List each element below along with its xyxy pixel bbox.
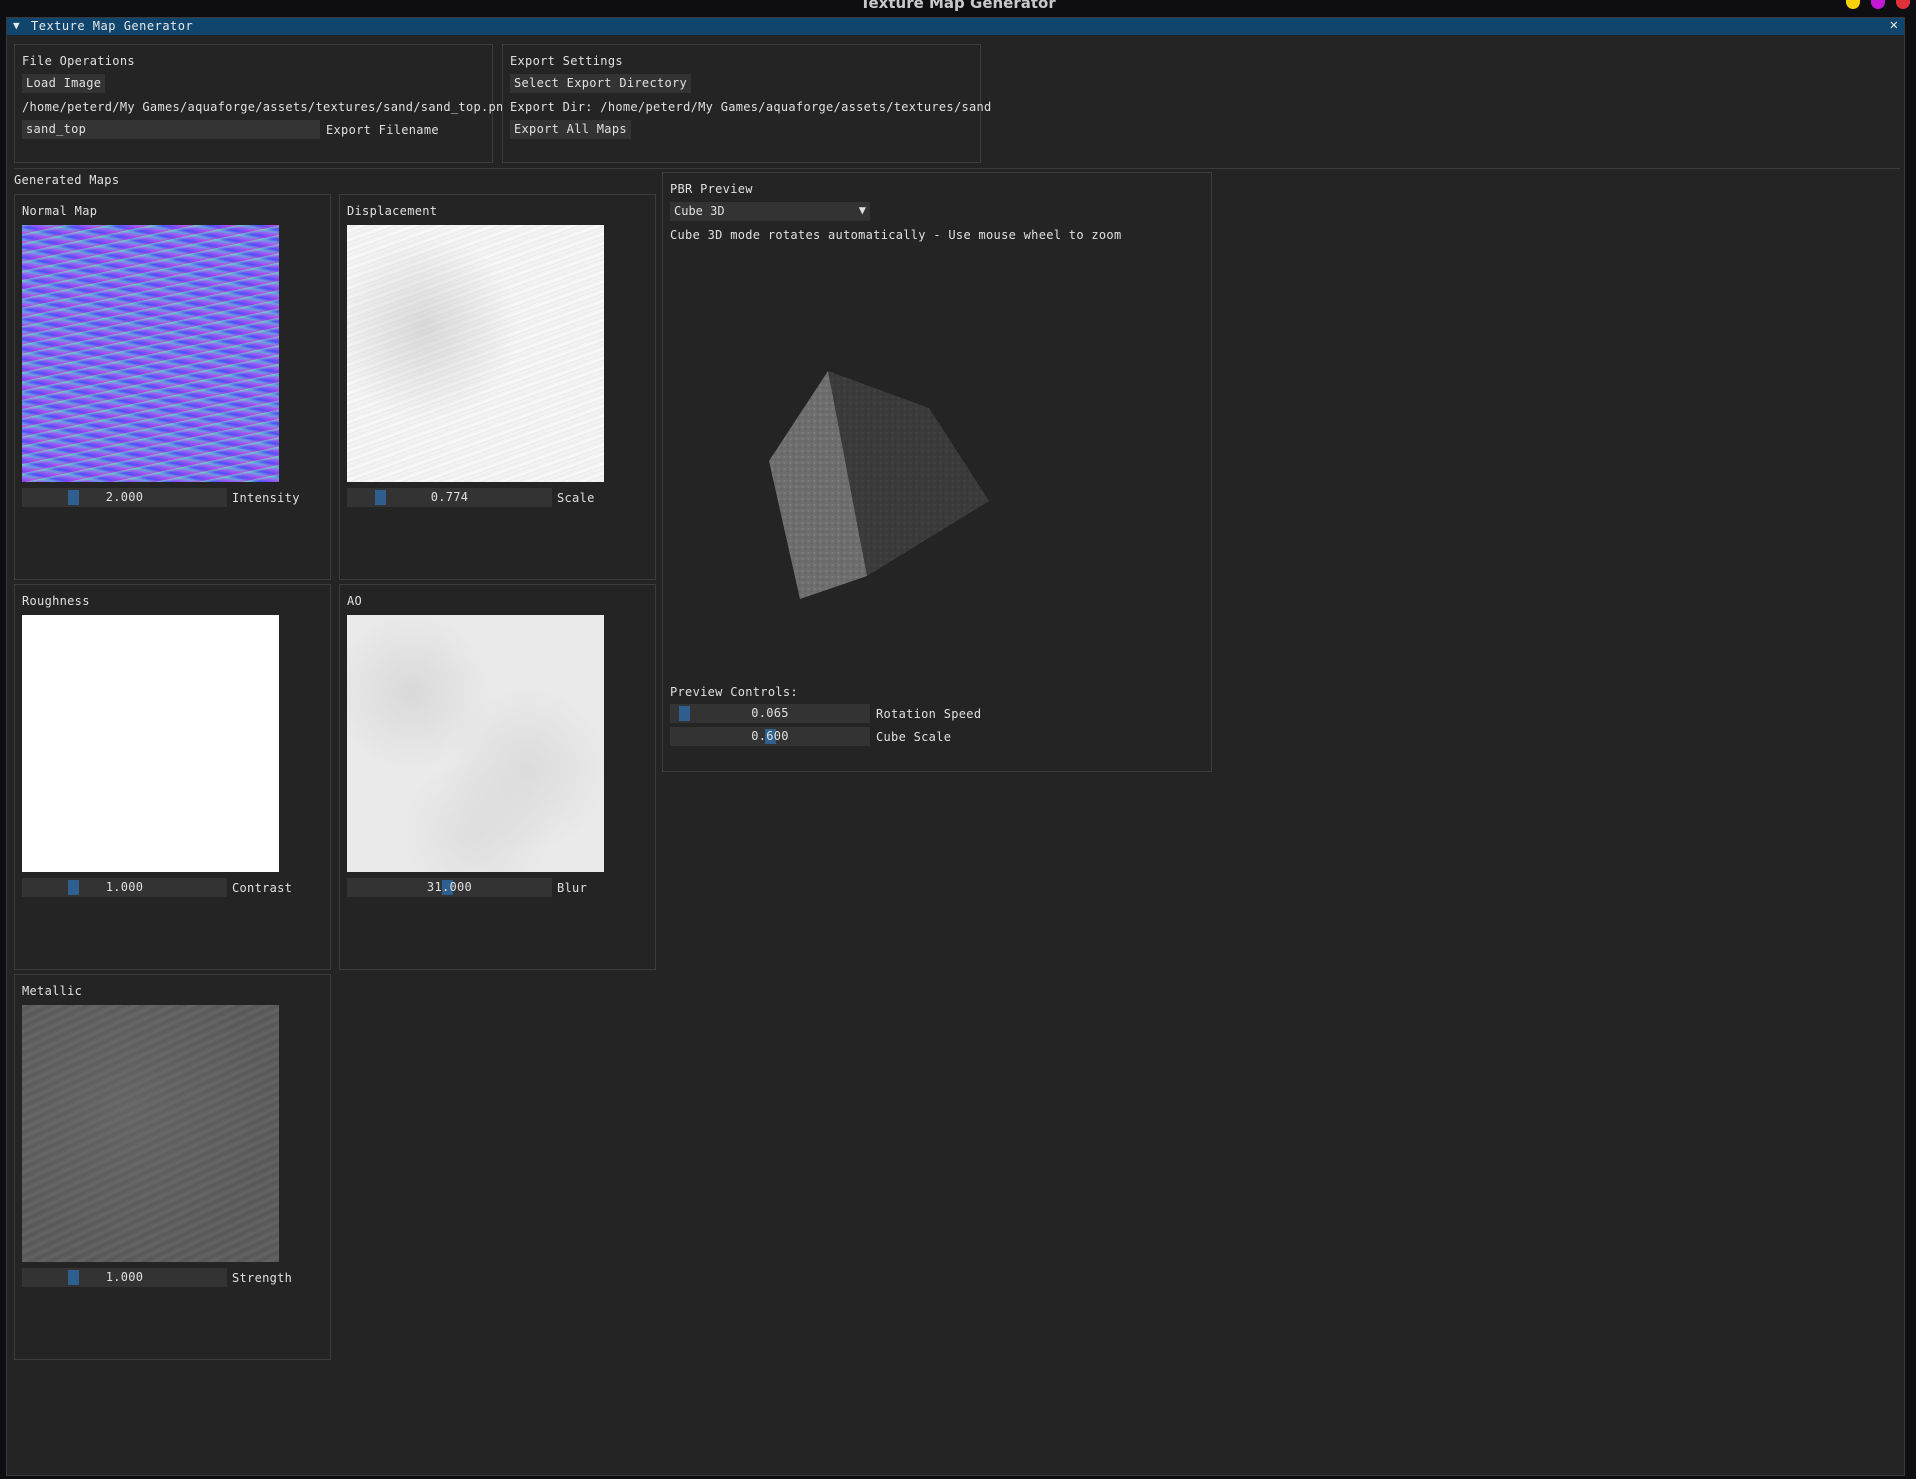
image-path: /home/peterd/My Games/aquaforge/assets/t… bbox=[22, 100, 512, 114]
slider-value: 2.000 bbox=[105, 490, 144, 504]
map-title: AO bbox=[347, 594, 363, 608]
file-operations-panel: File Operations Load Image /home/peterd/… bbox=[14, 44, 511, 163]
chevron-down-icon[interactable]: ▼ bbox=[859, 203, 866, 217]
cube-scale-slider[interactable]: 0.600 bbox=[670, 727, 870, 746]
slider-label: Scale bbox=[557, 491, 595, 505]
export-all-maps-button[interactable]: Export All Maps bbox=[510, 120, 631, 139]
roughness-panel: Roughness 1.000 Contrast bbox=[14, 584, 331, 970]
preview-mode-value: Cube 3D bbox=[674, 204, 725, 218]
export-dir-text: Export Dir: /home/peterd/My Games/aquafo… bbox=[510, 100, 992, 114]
scale-slider[interactable]: 0.774 bbox=[347, 488, 552, 507]
cube-scale-label: Cube Scale bbox=[876, 730, 952, 744]
slider-label: Blur bbox=[557, 881, 588, 895]
pbr-preview-title: PBR Preview bbox=[670, 182, 753, 196]
export-filename-input[interactable]: sand_top bbox=[22, 120, 320, 139]
strength-slider[interactable]: 1.000 bbox=[22, 1268, 227, 1287]
slider-value: 1.000 bbox=[105, 1270, 144, 1284]
window-title: Texture Map Generator bbox=[31, 19, 194, 33]
pbr-preview-panel: PBR Preview Cube 3D ▼ Cube 3D mode rotat… bbox=[662, 172, 1212, 772]
slider-value: 0.065 bbox=[751, 706, 789, 720]
rotation-speed-slider[interactable]: 0.065 bbox=[670, 704, 870, 723]
separator bbox=[14, 168, 1900, 169]
os-title: Texture Map Generator bbox=[860, 0, 1056, 12]
blur-slider[interactable]: 31.000 bbox=[347, 878, 552, 897]
cube-preview-viewport[interactable] bbox=[669, 251, 1205, 671]
slider-value: 0.774 bbox=[430, 490, 469, 504]
ao-image bbox=[347, 615, 604, 872]
preview-mode-dropdown[interactable]: Cube 3D ▼ bbox=[670, 202, 870, 221]
rotation-speed-label: Rotation Speed bbox=[876, 707, 982, 721]
map-title: Metallic bbox=[22, 984, 83, 998]
export-filename-label: Export Filename bbox=[326, 123, 439, 137]
slider-label: Strength bbox=[232, 1271, 293, 1285]
ao-panel: AO 31.000 Blur bbox=[339, 584, 656, 970]
preview-controls-title: Preview Controls: bbox=[670, 685, 798, 699]
normal-map-image bbox=[22, 225, 279, 482]
slider-label: Intensity bbox=[232, 491, 300, 505]
main-window: ▼ Texture Map Generator ✕ File Operation… bbox=[6, 17, 1905, 1476]
select-export-directory-button[interactable]: Select Export Directory bbox=[510, 74, 692, 93]
slider-value: 31.000 bbox=[426, 880, 473, 894]
slider-value: 0.600 bbox=[751, 729, 789, 743]
metallic-panel: Metallic 1.000 Strength bbox=[14, 974, 331, 1360]
window-titlebar[interactable]: ▼ Texture Map Generator ✕ bbox=[7, 17, 1904, 35]
metallic-image bbox=[22, 1005, 279, 1262]
displacement-image bbox=[347, 225, 604, 482]
contrast-slider[interactable]: 1.000 bbox=[22, 878, 227, 897]
export-settings-panel: Export Settings Select Export Directory … bbox=[502, 44, 991, 163]
file-operations-title: File Operations bbox=[22, 54, 135, 68]
collapse-arrow-icon[interactable]: ▼ bbox=[13, 19, 20, 32]
roughness-image bbox=[22, 615, 279, 872]
normal-map-panel: Normal Map 2.000 Intensity bbox=[14, 194, 331, 580]
generated-maps-title: Generated Maps bbox=[14, 173, 120, 187]
os-titlebar: Texture Map Generator bbox=[0, 0, 1916, 14]
preview-hint: Cube 3D mode rotates automatically - Use… bbox=[670, 228, 1122, 242]
map-title: Displacement bbox=[347, 204, 438, 218]
displacement-panel: Displacement 0.774 Scale bbox=[339, 194, 656, 580]
export-settings-title: Export Settings bbox=[510, 54, 623, 68]
map-title: Roughness bbox=[22, 594, 90, 608]
slider-label: Contrast bbox=[232, 881, 293, 895]
close-icon[interactable]: ✕ bbox=[1890, 17, 1898, 33]
intensity-slider[interactable]: 2.000 bbox=[22, 488, 227, 507]
slider-value: 1.000 bbox=[105, 880, 144, 894]
map-title: Normal Map bbox=[22, 204, 98, 218]
load-image-button[interactable]: Load Image bbox=[22, 74, 106, 93]
